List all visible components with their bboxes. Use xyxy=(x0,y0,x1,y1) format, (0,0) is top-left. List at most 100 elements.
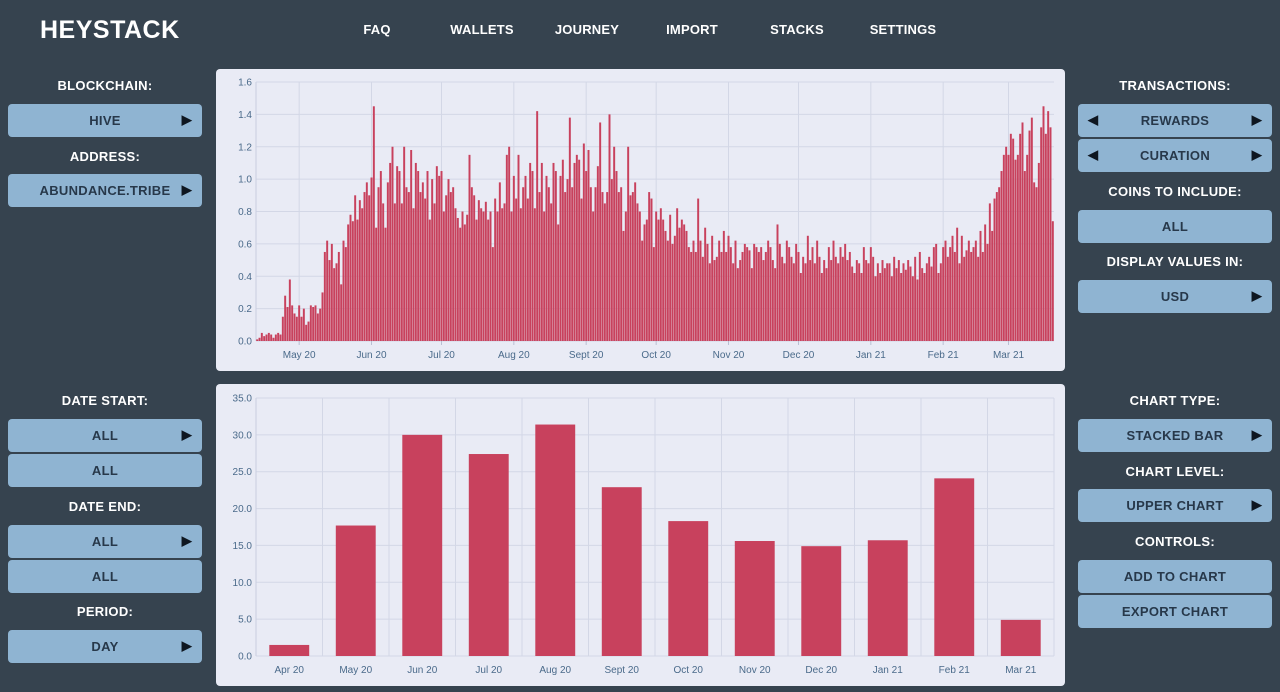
bar xyxy=(629,195,632,341)
blockchain-select[interactable]: HIVE ▶ xyxy=(8,104,202,137)
y-tick-label: 1.2 xyxy=(238,142,252,153)
bar xyxy=(333,268,336,341)
bar xyxy=(298,305,301,341)
bar xyxy=(487,219,490,341)
bar xyxy=(1005,146,1008,341)
address-label: ADDRESS: xyxy=(69,149,141,164)
bar xyxy=(713,260,716,341)
coins-select[interactable]: ALL xyxy=(1078,210,1272,243)
bar xyxy=(438,175,441,341)
blockchain-value: HIVE xyxy=(89,113,121,128)
transactions-select-rewards[interactable]: ◀ REWARDS ▶ xyxy=(1078,104,1272,137)
controls-label: CONTROLS: xyxy=(1135,534,1215,549)
play-right-icon: ▶ xyxy=(1251,497,1262,512)
date-end-sub-select[interactable]: ALL xyxy=(8,560,202,593)
app-logo[interactable]: HEYSTACK xyxy=(40,16,180,45)
bar xyxy=(295,316,298,341)
bar xyxy=(440,171,443,341)
transactions-select-curation[interactable]: ◀ CURATION ▶ xyxy=(1078,139,1272,172)
play-left-icon[interactable]: ◀ xyxy=(1088,112,1098,128)
date-start-select[interactable]: ALL ▶ xyxy=(8,419,202,452)
bar xyxy=(344,247,347,341)
bar xyxy=(965,250,968,341)
bar xyxy=(753,243,756,341)
transactions-value-rewards: REWARDS xyxy=(1140,113,1210,128)
bar xyxy=(417,171,420,341)
bar xyxy=(309,305,312,341)
bar xyxy=(365,182,368,341)
bar xyxy=(531,171,534,341)
bar xyxy=(671,243,674,341)
bar xyxy=(393,203,396,341)
bar xyxy=(974,240,977,341)
bar xyxy=(279,334,282,341)
y-tick-label: 0.0 xyxy=(238,337,252,348)
bar xyxy=(589,187,592,341)
bar xyxy=(260,332,263,341)
address-select[interactable]: ABUNDANCE.TRIBE ▶ xyxy=(8,174,202,207)
bar xyxy=(526,198,529,341)
bar xyxy=(277,332,280,341)
bar xyxy=(762,260,765,341)
bar xyxy=(587,149,590,341)
bar xyxy=(970,251,973,341)
nav-import[interactable]: IMPORT xyxy=(642,22,742,37)
date-end-value: ALL xyxy=(91,534,119,549)
x-tick-label: Aug 20 xyxy=(539,665,571,676)
bar xyxy=(613,146,616,341)
bar xyxy=(284,295,287,341)
bar xyxy=(778,243,781,341)
nav-stacks[interactable]: STACKS xyxy=(747,22,847,37)
add-to-chart-button[interactable]: ADD TO CHART xyxy=(1078,560,1272,593)
bar xyxy=(1023,171,1026,341)
date-start-sub-select[interactable]: ALL xyxy=(8,454,202,487)
y-tick-label: 30.0 xyxy=(233,430,253,441)
bar xyxy=(942,247,945,341)
bar xyxy=(925,263,928,341)
bar xyxy=(680,219,683,341)
bar xyxy=(813,263,816,341)
bar xyxy=(734,541,775,656)
nav-faq[interactable]: FAQ xyxy=(327,22,427,37)
bar xyxy=(722,230,725,341)
daily-bar-chart: 0.0 0.2 0.4 0.6 0.8 1.0 1.2 1.4 1.6 May 20 Jun 20 J… xyxy=(238,78,1054,361)
bar xyxy=(937,273,940,341)
date-end-select[interactable]: ALL ▶ xyxy=(8,525,202,558)
play-right-icon[interactable]: ▶ xyxy=(1252,112,1262,128)
bar xyxy=(547,187,550,341)
nav-wallets[interactable]: WALLETS xyxy=(432,22,532,37)
nav-settings[interactable]: SETTINGS xyxy=(853,22,953,37)
bar xyxy=(909,266,912,341)
bar xyxy=(914,256,917,341)
chart-level-select[interactable]: UPPER CHART ▶ xyxy=(1078,489,1272,522)
date-start-label: DATE START: xyxy=(61,393,149,408)
chart-type-select[interactable]: STACKED BAR ▶ xyxy=(1078,419,1272,452)
period-select[interactable]: DAY ▶ xyxy=(8,630,202,663)
bar xyxy=(1000,619,1041,656)
bar xyxy=(904,269,907,341)
play-left-icon[interactable]: ◀ xyxy=(1088,147,1098,163)
x-tick-label: Dec 20 xyxy=(805,665,837,676)
bar xyxy=(746,247,749,341)
nav-journey[interactable]: JOURNEY xyxy=(537,22,637,37)
bar xyxy=(361,208,364,341)
address-value: ABUNDANCE.TRIBE xyxy=(39,183,171,198)
bar xyxy=(1049,127,1052,341)
bar xyxy=(825,268,828,341)
bar xyxy=(319,308,322,341)
bar xyxy=(715,256,718,341)
bar xyxy=(883,268,886,341)
bar xyxy=(755,247,758,341)
play-right-icon[interactable]: ▶ xyxy=(1252,147,1262,163)
bar xyxy=(321,292,324,341)
bar xyxy=(748,250,751,341)
bar xyxy=(888,263,891,341)
bar xyxy=(603,203,606,341)
bar xyxy=(335,263,338,341)
bar xyxy=(498,182,501,341)
bar xyxy=(554,171,557,341)
export-chart-button[interactable]: EXPORT CHART xyxy=(1078,595,1272,628)
display-values-select[interactable]: USD ▶ xyxy=(1078,280,1272,313)
y-tick-label: 15.0 xyxy=(233,541,253,552)
y-tick-label: 0.8 xyxy=(238,207,252,218)
